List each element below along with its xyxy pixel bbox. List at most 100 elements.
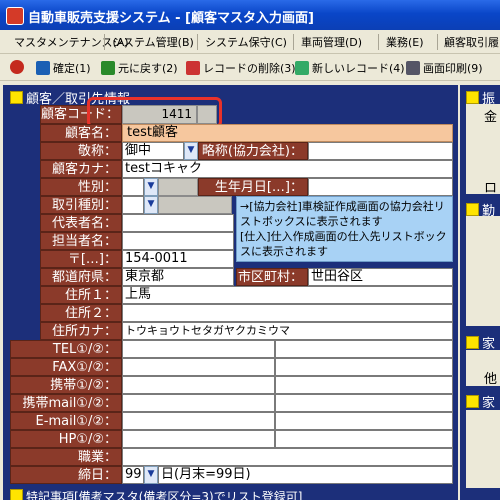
right-header-4: 家	[466, 392, 495, 411]
fax1-field[interactable]	[122, 358, 275, 376]
fax-label: FAX①/②：	[10, 358, 122, 376]
postal-label: 〒[…]：	[40, 250, 122, 268]
confirm-label: 確定(1)	[53, 62, 91, 75]
toolbar: 確定(1) 元に戻す(2) レコードの削除(3) 新しいレコード(4) 画面印刷…	[0, 55, 500, 81]
address2-label: 住所２：	[40, 304, 122, 322]
right-marker-icon-2	[466, 203, 479, 216]
address2-field[interactable]	[122, 304, 453, 322]
mobile2-field[interactable]	[275, 376, 453, 394]
right-marker-icon-3	[466, 336, 479, 349]
address1-label: 住所１：	[40, 286, 122, 304]
email1-field[interactable]	[122, 412, 275, 430]
customer-kana-field[interactable]: testコキャク	[122, 160, 453, 178]
gender-label: 性別：	[40, 178, 122, 196]
menu-vehicle-management[interactable]: 車両管理(D)	[301, 34, 362, 50]
confirm-icon	[36, 61, 50, 75]
postal-field[interactable]: 154-0011	[122, 250, 234, 268]
new-record-button[interactable]: 新しいレコード(4)	[295, 60, 405, 76]
menu-customer-history[interactable]: 顧客取引履	[444, 34, 499, 50]
mobile-mail-label: 携帯mail①/②：	[10, 394, 122, 412]
birthday-field[interactable]	[308, 178, 453, 196]
mobile1-field[interactable]	[122, 376, 275, 394]
section-marker-icon	[10, 91, 23, 104]
new-record-icon	[295, 61, 309, 75]
contact-label: 担当者名：	[40, 232, 122, 250]
right-marker-icon-1	[466, 91, 479, 104]
right-area-4	[466, 410, 500, 488]
menu-business[interactable]: 業務(E)	[386, 34, 424, 50]
email-label: E-mail①/②：	[10, 412, 122, 430]
closing-day-dropdown-icon[interactable]: ▼	[144, 466, 158, 484]
menu-system-maintenance[interactable]: システム保守(C)	[205, 34, 287, 50]
trade-type-note: →[協力会社]車検証作成画面の協力会社リストボックスに表示されます [仕入]仕入…	[236, 196, 453, 262]
undo-icon	[101, 61, 115, 75]
menu-system-admin[interactable]: システム管理(B)	[112, 34, 194, 50]
customer-name-field[interactable]: test顧客	[122, 124, 453, 142]
tel-label: TEL①/②：	[10, 340, 122, 358]
gender-display	[158, 178, 198, 196]
prefecture-label: 都道府県：	[40, 268, 122, 286]
remarks-title: 特記事項[備考マスタ(備考区分=3)でリスト登録可]	[26, 490, 303, 500]
delete-record-button[interactable]: レコードの削除(3)	[186, 60, 296, 76]
trade-type-label: 取引種別：	[40, 196, 122, 214]
window-title: 自動車販売支援システム - [顧客マスタ入力画面]	[28, 11, 314, 26]
right-marker-icon-4	[466, 395, 479, 408]
customer-name-label: 顧客名：	[40, 124, 122, 142]
mobile-mail2-field[interactable]	[275, 394, 453, 412]
right-cell-1: 金	[484, 110, 498, 125]
new-record-label: 新しいレコード(4)	[312, 62, 405, 75]
remarks-marker-icon	[10, 489, 23, 500]
honorific-dropdown-icon[interactable]: ▼	[184, 142, 198, 160]
gender-select[interactable]	[122, 178, 144, 196]
print-label: 画面印刷(9)	[423, 62, 483, 75]
birthday-label: 生年月日[…]：	[198, 178, 308, 196]
car-logo-icon	[10, 60, 27, 74]
representative-label: 代表者名：	[40, 214, 122, 232]
contact-field[interactable]	[122, 232, 234, 250]
address1-field[interactable]: 上馬	[122, 286, 453, 304]
right-cell-2: ロ	[484, 181, 498, 196]
undo-label: 元に戻す(2)	[118, 62, 178, 75]
representative-field[interactable]	[122, 214, 234, 232]
confirm-button[interactable]: 確定(1)	[36, 60, 91, 76]
gender-dropdown-icon[interactable]: ▼	[144, 178, 158, 196]
remarks-section-header: 特記事項[備考マスタ(備考区分=3)でリスト登録可]	[3, 488, 458, 500]
print-icon	[406, 61, 420, 75]
trade-type-dropdown-icon[interactable]: ▼	[144, 196, 158, 214]
closing-label: 締日：	[10, 466, 122, 484]
delete-record-icon	[186, 61, 200, 75]
hp-label: HP①/②：	[10, 430, 122, 448]
job-field[interactable]	[122, 448, 453, 466]
address-kana-label: 住所カナ：	[40, 322, 122, 340]
mobile-label: 携帯①/②：	[10, 376, 122, 394]
right-cell-3: 他	[484, 372, 498, 387]
customer-kana-label: 顧客カナ：	[40, 160, 122, 178]
app-icon	[6, 7, 24, 25]
trade-type-display	[158, 196, 232, 214]
job-label: 職業：	[10, 448, 122, 466]
hp1-field[interactable]	[122, 430, 275, 448]
short-name-field[interactable]	[308, 142, 453, 160]
print-screen-button[interactable]: 画面印刷(9)	[406, 60, 483, 76]
menu-bar: マスタメンテナンス(A) システム管理(B) システム保守(C) 車両管理(D)…	[0, 30, 500, 54]
undo-button[interactable]: 元に戻す(2)	[101, 60, 178, 76]
mobile-mail1-field[interactable]	[122, 394, 275, 412]
email2-field[interactable]	[275, 412, 453, 430]
tel1-field[interactable]	[122, 340, 275, 358]
short-name-label: 略称(協力会社)：	[198, 142, 308, 160]
closing-day-select[interactable]: 99	[122, 466, 144, 484]
right-area-2	[466, 216, 500, 326]
tel2-field[interactable]	[275, 340, 453, 358]
title-bar: 自動車販売支援システム - [顧客マスタ入力画面]	[0, 0, 500, 30]
hp2-field[interactable]	[275, 430, 453, 448]
honorific-select[interactable]: 御中	[122, 142, 184, 160]
prefecture-field[interactable]: 東京都	[122, 268, 234, 286]
delete-record-label: レコードの削除(3)	[203, 62, 296, 75]
closing-day-suffix: 日(月末=99日)	[158, 466, 453, 484]
fax2-field[interactable]	[275, 358, 453, 376]
city-label: 市区町村：	[236, 268, 308, 286]
address-kana-field[interactable]: トウキョウトセタガヤクカミウマ	[122, 322, 453, 340]
city-field[interactable]: 世田谷区	[308, 268, 453, 286]
honorific-label: 敬称：	[40, 142, 122, 160]
trade-type-select[interactable]	[122, 196, 144, 214]
